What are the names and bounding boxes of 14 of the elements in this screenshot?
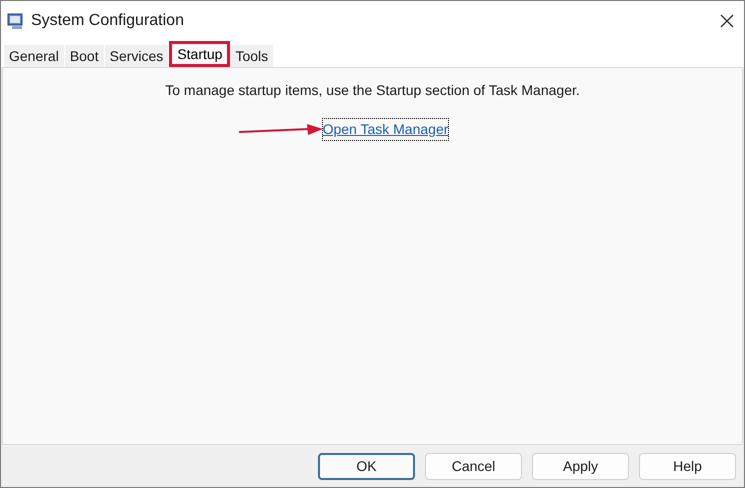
info-message: To manage startup items, use the Startup section of Task Manager. (165, 81, 580, 100)
dialog-button[interactable]: Help (639, 452, 736, 480)
tab[interactable]: Services (104, 45, 170, 67)
app-icon (7, 12, 25, 30)
tab[interactable]: Tools (230, 45, 274, 67)
dialog-button[interactable]: Cancel (425, 452, 522, 480)
close-icon[interactable] (720, 14, 734, 28)
dialog-button[interactable]: OK (318, 452, 415, 480)
tab[interactable]: Boot (64, 45, 105, 67)
dialog-button[interactable]: Apply (532, 452, 629, 480)
open-task-manager-link[interactable]: Open Task Manager (322, 119, 448, 140)
tab[interactable]: Startup (169, 41, 230, 67)
window-title: System Configuration (31, 11, 184, 31)
tab[interactable]: General (4, 45, 65, 67)
